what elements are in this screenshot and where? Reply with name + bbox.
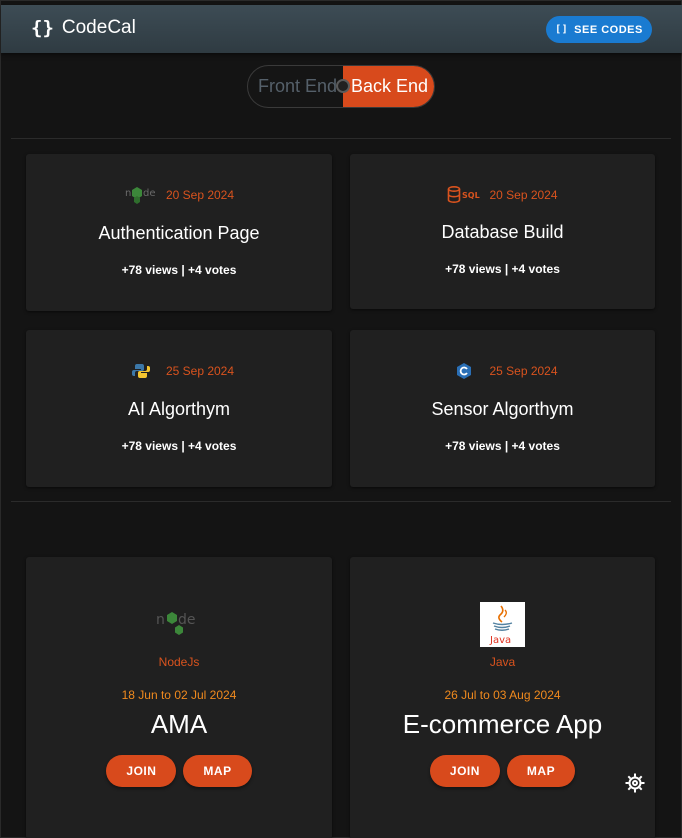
event-date-range: 26 Jul to 03 Aug 2024 <box>444 688 561 702</box>
settings-gear-icon[interactable] <box>624 772 646 794</box>
join-button[interactable]: JOIN <box>429 755 500 787</box>
project-card[interactable]: 25 Sep 2024 Sensor Algorthym +78 views |… <box>350 330 655 487</box>
svg-text:n: n <box>125 188 131 199</box>
project-date: 25 Sep 2024 <box>165 364 235 378</box>
project-meta: 25 Sep 2024 <box>350 361 655 381</box>
event-date-range: 18 Jun to 02 Jul 2024 <box>121 688 237 702</box>
brand-name: CodeCal <box>61 17 136 38</box>
event-actions: JOIN MAP <box>350 755 655 787</box>
java-logo: Java <box>480 602 525 647</box>
project-title: AI Algorthym <box>127 399 231 419</box>
svg-text:n: n <box>156 612 165 628</box>
event-actions: JOIN MAP <box>26 755 332 787</box>
toggle-option-back-end[interactable]: Back End <box>343 66 434 107</box>
section-divider <box>11 138 671 139</box>
svg-text:de: de <box>143 188 156 199</box>
event-card[interactable]: Java Java 26 Jul to 03 Aug 2024 E-commer… <box>350 557 655 838</box>
project-stats: +78 views | +4 votes <box>121 439 237 453</box>
map-button[interactable]: MAP <box>183 755 252 787</box>
project-meta: 25 Sep 2024 <box>26 361 332 381</box>
python-icon <box>124 361 158 381</box>
project-stats: +78 views | +4 votes <box>445 262 560 276</box>
project-title: Sensor Algorthym <box>431 399 574 419</box>
svg-text:Java: Java <box>489 635 511 646</box>
event-technology: NodeJs <box>158 655 200 669</box>
project-date: 25 Sep 2024 <box>489 364 558 378</box>
app-page: {} CodeCal [] SEE CODES Front End Back E… <box>0 0 682 838</box>
c-language-icon <box>447 361 481 381</box>
map-button[interactable]: MAP <box>506 755 576 787</box>
see-codes-label: SEE CODES <box>574 23 643 36</box>
event-technology: Java <box>489 655 516 669</box>
project-stats: +78 views | +4 votes <box>445 439 560 453</box>
brand[interactable]: {} CodeCal <box>31 17 136 39</box>
join-button[interactable]: JOIN <box>106 755 177 787</box>
nodejs-icon: n de <box>124 185 158 205</box>
section-divider <box>11 501 671 502</box>
event-title: AMA <box>150 709 208 739</box>
project-card[interactable]: 25 Sep 2024 AI Algorthym +78 views | +4 … <box>26 330 332 487</box>
top-app-bar: {} CodeCal [] SEE CODES <box>1 5 682 53</box>
project-stats: +78 views | +4 votes <box>121 263 237 277</box>
toggle-option-front-end[interactable]: Front End <box>248 66 343 107</box>
project-date: 20 Sep 2024 <box>165 188 235 202</box>
toggle-knob[interactable] <box>336 79 350 93</box>
project-meta: SQL 20 Sep 2024 <box>350 185 655 205</box>
project-date: 20 Sep 2024 <box>489 188 558 202</box>
svg-text:SQL: SQL <box>462 191 480 200</box>
code-brackets-icon: [] <box>555 24 569 35</box>
frontend-backend-toggle[interactable]: Front End Back End <box>247 65 435 108</box>
project-title: Authentication Page <box>98 223 260 243</box>
event-title: E-commerce App <box>402 709 603 739</box>
sql-database-icon: SQL <box>447 185 481 205</box>
project-title: Database Build <box>441 222 564 242</box>
project-card[interactable]: n de 20 Sep 2024 Authentication Page +78… <box>26 154 332 311</box>
project-card[interactable]: SQL 20 Sep 2024 Database Build +78 views… <box>350 154 655 309</box>
see-codes-button[interactable]: [] SEE CODES <box>546 16 652 43</box>
event-card[interactable]: n de NodeJs 18 Jun to 02 Jul 2024 AMA JO… <box>26 557 332 838</box>
project-meta: n de 20 Sep 2024 <box>26 185 332 205</box>
code-braces-icon: {} <box>31 17 54 39</box>
svg-text:de: de <box>178 612 196 628</box>
nodejs-logo: n de <box>156 607 202 641</box>
